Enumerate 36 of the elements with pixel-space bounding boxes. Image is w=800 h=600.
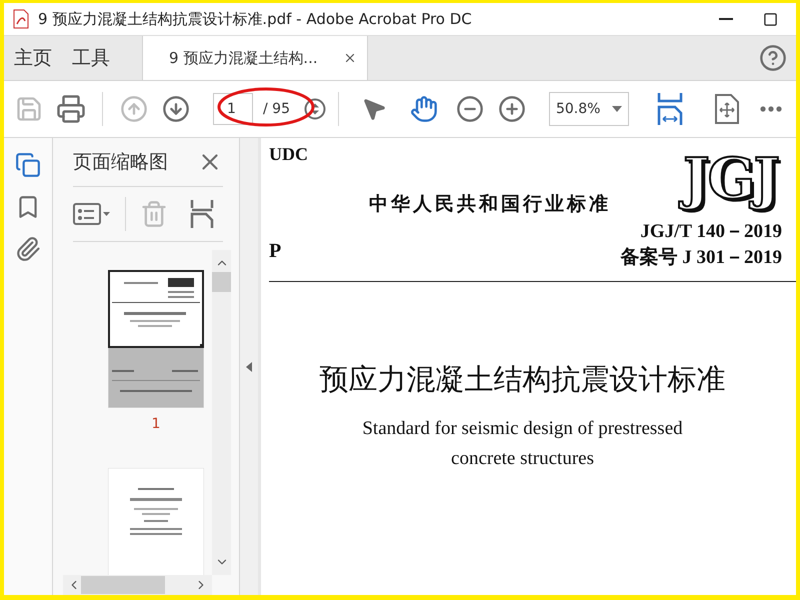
standard-code: JGJ/T 140－2019 (640, 220, 782, 244)
page-thumbnail[interactable] (108, 270, 204, 408)
udc-label: UDC (269, 144, 308, 165)
scrollbar-thumb[interactable] (212, 272, 231, 292)
collapse-arrow-icon (246, 362, 252, 372)
window-title: 9 预应力混凝土结构抗震设计标准.pdf - Adobe Acrobat Pro DC (38, 10, 473, 28)
nav-tab[interactable]: 主页 (4, 36, 62, 80)
paperclip-icon (15, 236, 41, 262)
record-number: 备案号 J 301－2019 (620, 245, 782, 270)
minimize-icon (719, 18, 733, 20)
options-menu-icon[interactable] (73, 202, 111, 226)
page-stepper-icon[interactable] (304, 98, 326, 120)
close-icon[interactable] (343, 51, 357, 65)
pdf-icon (12, 9, 30, 29)
document-subtitle: Standard for seismic design of prestressed (362, 417, 683, 442)
document-subtitle: concrete structures (451, 447, 594, 472)
pages-icon (15, 152, 41, 178)
fit-width-icon[interactable] (656, 93, 683, 125)
scrollbar-thumb[interactable] (81, 576, 165, 594)
more-icon (760, 106, 782, 112)
page-count: / 95 (263, 101, 290, 117)
page-move-icon[interactable] (714, 94, 739, 124)
hand-icon (410, 95, 438, 123)
maximize-icon (762, 12, 778, 26)
jgj-logo: JGJ (679, 143, 786, 220)
zoom-dropdown[interactable]: 50.8% (548, 92, 629, 126)
page-thumbnail[interactable] (108, 468, 204, 575)
page-number-label: 1 (152, 416, 160, 432)
document-title: 预应力混凝土结构抗震设计标准 (320, 363, 726, 398)
dropdown-caret-icon (612, 106, 622, 112)
classification-label: P (269, 240, 282, 264)
nav-tab[interactable]: 工具 (62, 36, 120, 80)
document-tab[interactable]: 9 预应力混凝土结构... (142, 36, 368, 80)
standard-header: 中华人民共和国行业标准 (369, 192, 611, 218)
pane-title: 页面缩略图 (73, 150, 168, 175)
insert-page-icon[interactable] (190, 200, 214, 228)
